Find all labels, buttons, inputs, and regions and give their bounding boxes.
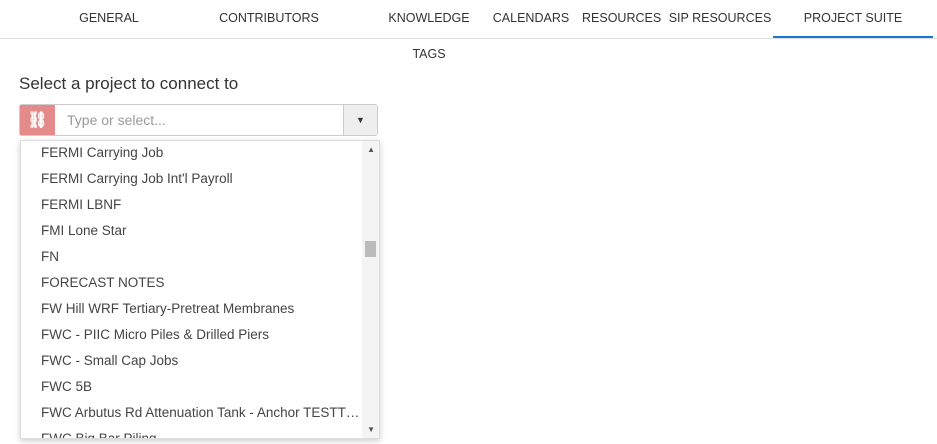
scrollbar[interactable]: ▲ ▼ <box>362 141 379 438</box>
project-combobox: ⛓ ▼ <box>19 104 378 136</box>
option-item[interactable]: FWC Arbutus Rd Attenuation Tank - Anchor… <box>21 401 379 427</box>
tab-bar: GENERAL CONTRIBUTORS KNOWLEDGE TAGS CALE… <box>0 0 937 61</box>
option-item[interactable]: FWC 5B <box>21 375 379 401</box>
option-item[interactable]: FERMI LBNF <box>21 193 379 219</box>
scrollbar-thumb[interactable] <box>365 241 376 257</box>
project-options-list: FERMI Carrying Job FERMI Carrying Job Int… <box>20 140 380 439</box>
tab-project-suite[interactable]: PROJECT SUITE <box>773 0 933 38</box>
dropdown-toggle-button[interactable]: ▼ <box>343 105 377 135</box>
tab-knowledge-tags[interactable]: KNOWLEDGE TAGS <box>372 0 486 61</box>
project-search-input[interactable] <box>55 105 343 135</box>
option-item[interactable]: FORECAST NOTES <box>21 271 379 297</box>
option-item[interactable]: FW Hill WRF Tertiary-Pretreat Membranes <box>21 297 379 323</box>
scroll-down-icon[interactable]: ▼ <box>367 425 375 434</box>
option-item[interactable]: FWC Big Bar Piling <box>21 427 379 438</box>
option-item[interactable]: FN <box>21 245 379 271</box>
tab-resources[interactable]: RESOURCES <box>582 0 661 36</box>
caret-down-icon: ▼ <box>356 115 365 125</box>
option-item[interactable]: FERMI Carrying Job <box>21 141 379 167</box>
option-item[interactable]: FWC - Small Cap Jobs <box>21 349 379 375</box>
tab-sip-resources[interactable]: SIP RESOURCES <box>668 0 772 36</box>
project-select-label: Select a project to connect to <box>19 74 239 93</box>
tab-general[interactable]: GENERAL <box>55 0 163 36</box>
tab-contributors[interactable]: CONTRIBUTORS <box>200 0 338 36</box>
scroll-up-icon[interactable]: ▲ <box>367 145 375 154</box>
tab-calendars[interactable]: CALENDARS <box>492 0 570 36</box>
option-item[interactable]: FMI Lone Star <box>21 219 379 245</box>
unlink-icon: ⛓ <box>20 105 55 135</box>
option-item[interactable]: FWC - PIIC Micro Piles & Drilled Piers <box>21 323 379 349</box>
option-item[interactable]: FERMI Carrying Job Int'l Payroll <box>21 167 379 193</box>
